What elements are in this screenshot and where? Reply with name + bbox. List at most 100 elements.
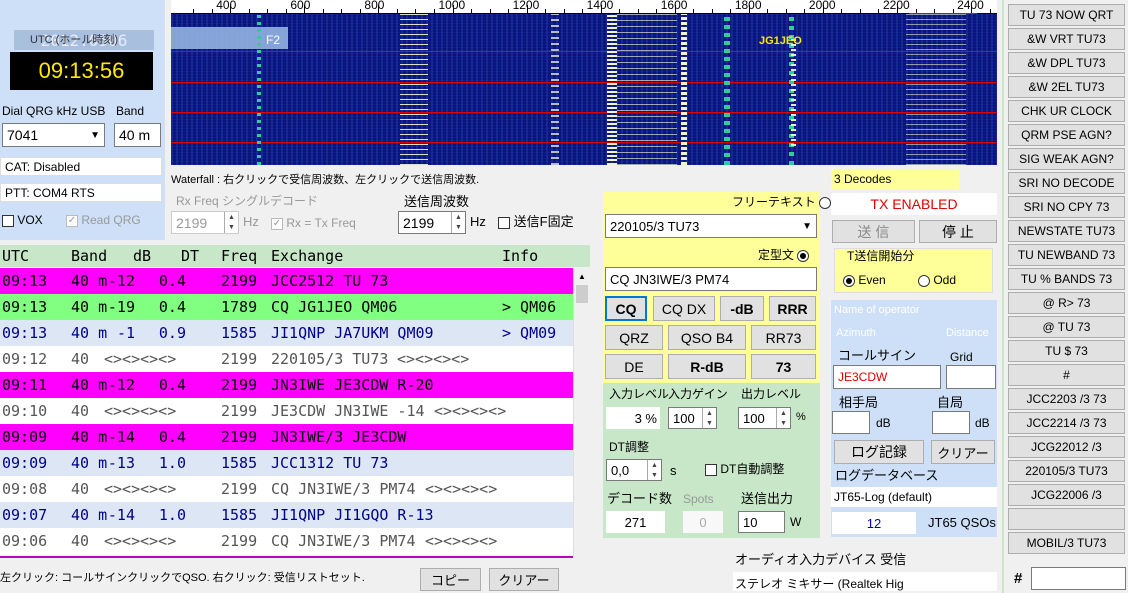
free-text-radio[interactable]: フリーテキスト (732, 196, 831, 209)
odd-radio[interactable]: Odd (918, 274, 956, 287)
free-text-select[interactable]: 220105/3 TU73 ▼ (605, 214, 817, 238)
73-button[interactable]: 73 (751, 354, 816, 379)
scroll-up-icon[interactable]: ▲ (574, 268, 590, 285)
macro-button[interactable]: 220105/3 TU73 (1008, 460, 1125, 482)
input-level-label: 入力レベル (609, 387, 670, 401)
macro-button[interactable]: JCG22012 /3 (1008, 436, 1125, 458)
read-qrg-checkbox[interactable]: ✓ Read QRG (66, 214, 141, 227)
qso-b4-button[interactable]: QSO B4 (668, 325, 746, 350)
decode-row[interactable]: 09:07 40 m -14 1.0 1585 JI1QNP JI1GQO R-13 (0, 502, 573, 528)
macro-button[interactable]: &W 2EL TU73 (1008, 76, 1125, 98)
macro-button[interactable]: JCG22006 /3 (1008, 484, 1125, 506)
decode-row[interactable]: 09:13 40 m -19 0.4 1789 CQ JG1JEO QM06 > QM06 (0, 294, 573, 320)
decode-band: 40 m (71, 298, 108, 316)
macro-button[interactable]: TU $ 73 (1008, 340, 1125, 362)
my-report-input[interactable] (932, 411, 970, 434)
decode-band: 40 m (71, 454, 108, 472)
odd-label: Odd (933, 273, 957, 287)
input-gain-input[interactable]: 100 ▲ ▼ (668, 407, 717, 429)
macro-button[interactable] (1008, 508, 1125, 530)
macro-button[interactable]: TU NEWBAND 73 (1008, 244, 1125, 266)
decode-row[interactable]: 09:12 40 <><><><> 2199 220105/3 TU73 <><><><> (0, 346, 573, 372)
minus-db-button[interactable]: -dB (720, 296, 764, 321)
tx-power-input[interactable]: 10 (738, 511, 785, 533)
clear-qso-button[interactable]: クリアー (931, 440, 995, 464)
macro-button[interactable]: SRI NO CPY 73 (1008, 196, 1125, 218)
clear-list-button[interactable]: クリアー (489, 568, 559, 591)
dx-report-input[interactable] (832, 411, 870, 434)
rrr-button[interactable]: RRR (769, 296, 816, 321)
macro-button[interactable]: &W DPL TU73 (1008, 52, 1125, 74)
scroll-thumb[interactable] (576, 285, 588, 303)
rx-eq-tx-checkbox[interactable]: ✓ Rx = Tx Freq (271, 217, 356, 230)
band-label: Band (116, 104, 145, 118)
fixed-text-field[interactable]: CQ JN3IWE/3 PM74 (605, 267, 817, 291)
macro-button[interactable]: SIG WEAK AGN? (1008, 148, 1125, 170)
even-radio[interactable]: Even (843, 274, 886, 287)
macro-button[interactable]: SRI NO DECODE (1008, 172, 1125, 194)
macro-button[interactable]: # (1008, 364, 1125, 386)
dt-auto-checkbox[interactable]: DT自動調整 (705, 463, 784, 476)
grid-label: Grid (950, 350, 973, 364)
decode-row[interactable]: 09:10 40 <><><><> 2199 JE3CDW JN3IWE -14 <><>… (0, 398, 573, 424)
macro-button[interactable]: TU % BANDS 73 (1008, 268, 1125, 290)
log-qso-button[interactable]: ログ記録 (834, 440, 924, 464)
transmit-button[interactable]: 送 信 (832, 220, 915, 243)
decode-row[interactable]: 09:09 40 m -14 0.4 2199 JN3IWE/3 JE3CDW (0, 424, 573, 450)
stop-button[interactable]: 停 止 (919, 220, 997, 243)
dt-adjust-input[interactable]: 0,0 ▲ ▼ (606, 459, 662, 481)
decode-dt: 0.9 (158, 324, 186, 342)
cq-button[interactable]: CQ (605, 296, 647, 321)
dt-adjust-label: DT調整 (609, 440, 649, 454)
macro-button[interactable]: QRM PSE AGN? (1008, 124, 1125, 146)
macro-input[interactable] (1031, 567, 1126, 590)
band-field[interactable]: 40 m (114, 123, 161, 147)
tx-freq-input[interactable]: 2199 ▲ ▼ (398, 211, 466, 234)
rx-freq-input[interactable]: 2199 ▲ ▼ (171, 211, 239, 234)
decode-list-bottom-bar (0, 556, 573, 558)
decode-row[interactable]: 09:13 40 m -1 0.9 1585 JI1QNP JA7UKM QM09 > QM… (0, 320, 573, 346)
callsign-input[interactable]: JE3CDW (833, 365, 941, 389)
decode-freq: 1789 (221, 298, 258, 316)
cq-dx-button[interactable]: CQ DX (653, 296, 715, 321)
decode-freq: 2199 (221, 376, 258, 394)
de-button[interactable]: DE (605, 354, 663, 379)
copy-button[interactable]: コピー (420, 568, 481, 591)
tx-fixed-checkbox[interactable]: 送信F固定 (498, 215, 574, 229)
waterfall-display[interactable]: F2 JG1JEO (171, 14, 997, 165)
decode-freq: 1585 (221, 506, 258, 524)
audio-device-label: オーディオ入力デバイス 受信 (735, 552, 907, 567)
macro-button[interactable]: MOBIL/3 TU73 (1008, 532, 1125, 554)
decode-db: -12 (107, 376, 135, 394)
macro-button[interactable]: @ TU 73 (1008, 316, 1125, 338)
macro-button[interactable]: TU 73 NOW QRT (1008, 4, 1125, 26)
decode-row[interactable]: 09:08 40 <><><><> 2199 CQ JN3IWE/3 PM74 <><><… (0, 476, 573, 502)
qso-count: 12 (832, 512, 916, 534)
r-db-button[interactable]: R-dB (668, 354, 746, 379)
output-level-input[interactable]: 100 ▲ ▼ (738, 407, 791, 429)
macro-button[interactable]: CHK UR CLOCK (1008, 100, 1125, 122)
macro-button[interactable]: @ R> 73 (1008, 292, 1125, 314)
decode-row[interactable]: 09:11 40 m -12 0.4 2199 JN3IWE JE3CDW R-20 (0, 372, 573, 398)
grid-input[interactable] (946, 365, 996, 389)
dial-frequency-select[interactable]: 7041 ▼ (2, 123, 105, 147)
tx-freq-label: 送信周波数 (404, 194, 470, 209)
decode-utc: 09:06 (2, 532, 48, 550)
rr73-button[interactable]: RR73 (751, 325, 816, 350)
fixed-text-radio[interactable]: 定型文 (758, 249, 810, 262)
scale-tick (656, 9, 658, 13)
decode-list[interactable]: 09:13 40 m -12 0.4 2199 JCC2512 TU 73 09:13 40 … (0, 268, 590, 558)
macro-button[interactable]: &W VRT TU73 (1008, 28, 1125, 50)
decode-row[interactable]: 09:06 40 <><><><> 2199 CQ JN3IWE/3 PM74 <><><… (0, 528, 573, 554)
decode-row[interactable]: 09:13 40 m -12 0.4 2199 JCC2512 TU 73 (0, 268, 573, 294)
decode-utc: 09:09 (2, 454, 48, 472)
decode-row[interactable]: 09:09 40 m -13 1.0 1585 JCC1312 TU 73 (0, 450, 573, 476)
decode-list-scrollbar[interactable]: ▲ (573, 268, 590, 558)
macro-button[interactable]: JCC2203 /3 73 (1008, 388, 1125, 410)
vox-checkbox[interactable]: VOX (2, 214, 43, 227)
macro-button[interactable]: NEWSTATE TU73 (1008, 220, 1125, 242)
macro-button[interactable]: JCC2214 /3 73 (1008, 412, 1125, 434)
qrz-button[interactable]: QRZ (605, 325, 663, 350)
decode-db: -12 (107, 272, 135, 290)
scale-label: 1200 (512, 0, 540, 12)
